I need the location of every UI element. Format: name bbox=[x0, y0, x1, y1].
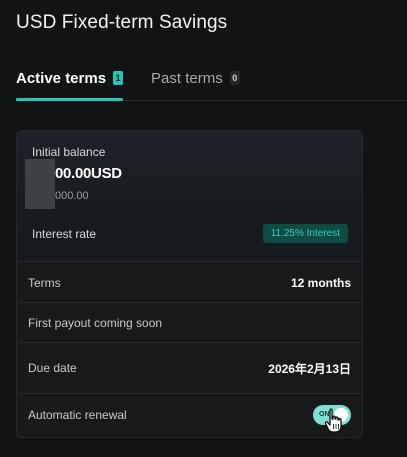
balance-summary: Initial balance 00.00USD 000.00 Interest… bbox=[17, 131, 362, 262]
terms-label: Terms bbox=[28, 275, 61, 290]
tab-past-terms-count: 0 bbox=[229, 71, 240, 85]
tab-bar: Active terms 1 Past terms 0 bbox=[16, 64, 407, 101]
tab-active-terms-count: 1 bbox=[113, 71, 124, 85]
payout-label: First payout coming soon bbox=[28, 315, 163, 330]
auto-renewal-row: Automatic renewal ON bbox=[17, 394, 362, 436]
amount-currency: USD bbox=[91, 165, 122, 182]
payout-row: First payout coming soon bbox=[17, 303, 362, 343]
tab-active-terms[interactable]: Active terms 1 bbox=[16, 64, 124, 101]
savings-term-card: Initial balance 00.00USD 000.00 Interest… bbox=[16, 130, 363, 438]
initial-balance-amount: 00.00USD bbox=[55, 165, 122, 182]
redaction-mask bbox=[25, 159, 55, 209]
auto-renewal-label: Automatic renewal bbox=[28, 408, 127, 422]
tab-past-terms-label: Past terms bbox=[151, 69, 223, 87]
due-date-label: Due date bbox=[28, 361, 77, 375]
interest-rate-badge: 11.25% Interest bbox=[262, 224, 348, 243]
terms-value: 12 months bbox=[290, 275, 351, 290]
page-title: USD Fixed-term Savings bbox=[16, 12, 228, 33]
tab-past-terms[interactable]: Past terms 0 bbox=[151, 64, 240, 100]
hand-pointer-icon bbox=[324, 408, 342, 433]
tab-active-terms-label: Active terms bbox=[16, 69, 107, 87]
due-date-row: Due date 2026年2月13日 bbox=[17, 343, 362, 394]
amount-value: 00.00 bbox=[55, 165, 92, 182]
initial-balance-label: Initial balance bbox=[32, 145, 106, 159]
amount-secondary: 000.00 bbox=[55, 190, 89, 202]
interest-rate-row: Interest rate 11.25% Interest bbox=[32, 224, 348, 243]
due-date-value: 2026年2月13日 bbox=[268, 361, 351, 376]
terms-row: Terms 12 months bbox=[17, 263, 362, 303]
interest-rate-label: Interest rate bbox=[32, 226, 97, 241]
